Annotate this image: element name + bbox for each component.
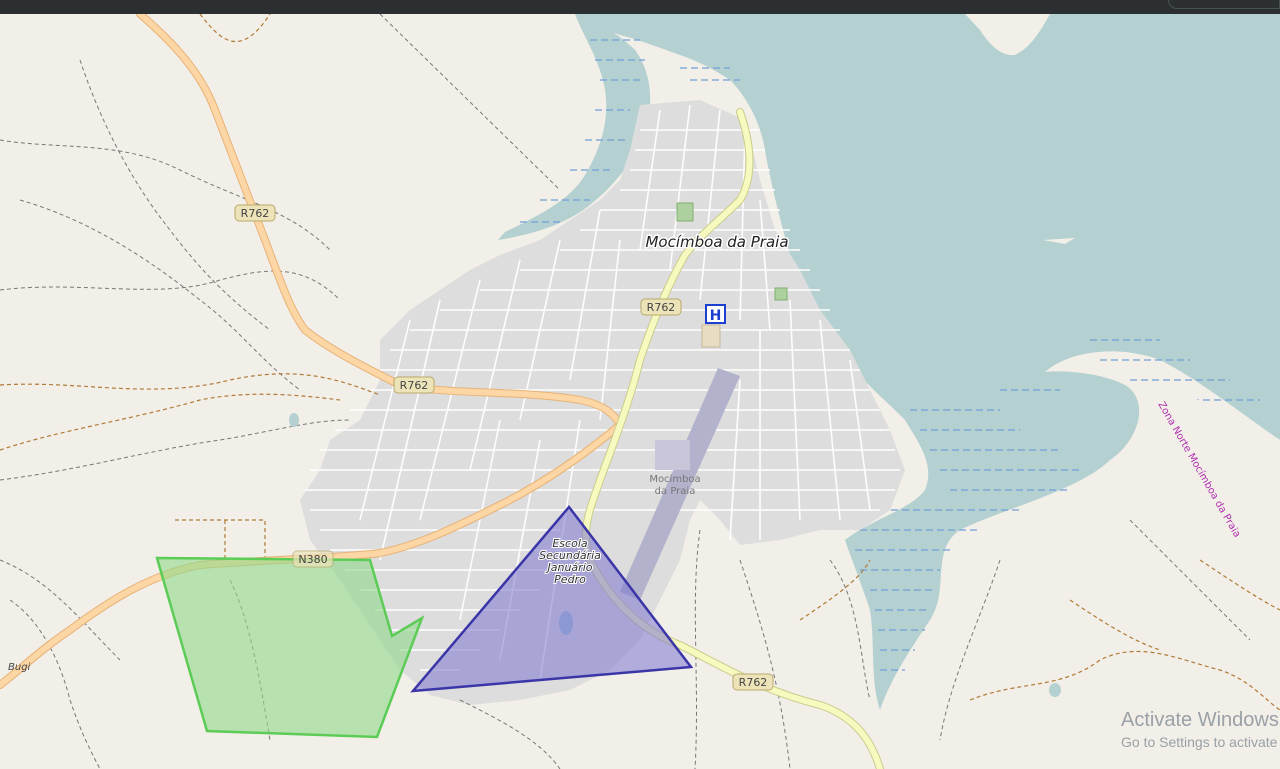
hospital-grounds (701, 324, 721, 348)
watermark-line-2: Go to Settings to activate Windows. (1121, 734, 1280, 750)
svg-text:R762: R762 (400, 379, 429, 392)
road-shield-2: R762 (640, 298, 682, 316)
watermark-line-1: Activate Windows (1121, 709, 1279, 731)
road-shield-3: R762 (393, 376, 435, 394)
road-shield-4: R762 (732, 673, 774, 691)
svg-text:H: H (710, 308, 722, 324)
town-label: Mocímboa da Praia (645, 233, 788, 251)
browser-top-bar (0, 0, 1280, 14)
svg-text:R762: R762 (241, 207, 270, 220)
svg-text:R762: R762 (647, 301, 676, 314)
svg-text:da Praia: da Praia (655, 486, 696, 497)
park-area (676, 202, 694, 222)
park-area-2 (774, 287, 788, 301)
svg-text:N380: N380 (298, 553, 327, 566)
map-canvas[interactable]: R762 R762 R762 R762 N380 H Mocímboa da P… (0, 14, 1280, 769)
pond-west (289, 413, 299, 427)
hospital-icon[interactable]: H (705, 304, 726, 324)
airport-apron (655, 440, 690, 470)
road-shield-1: R762 (234, 204, 276, 222)
svg-text:Pedro: Pedro (554, 573, 586, 586)
browser-tab[interactable] (1168, 0, 1280, 9)
locality-label-bugi: Bugi (8, 662, 31, 673)
windows-activation-watermark: Activate Windows Go to Settings to activ… (1121, 708, 1280, 752)
svg-text:Mocímboa: Mocímboa (649, 473, 700, 485)
svg-text:R762: R762 (739, 676, 768, 689)
pond-east (1049, 683, 1061, 697)
road-shield-n380: N380 (292, 550, 334, 568)
